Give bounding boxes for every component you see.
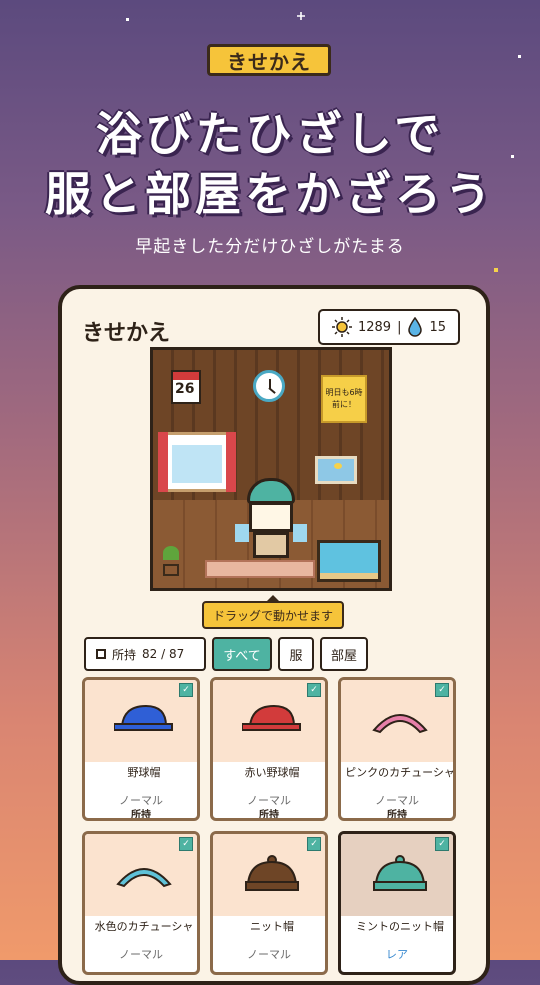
wall-picture-icon[interactable] [315,456,357,484]
character-wing-left [235,524,249,542]
item-name: ピンクのカチューシャ [345,766,455,779]
wall-clock-icon[interactable] [253,370,285,402]
dressup-card: きせかえ 1289 | 15 26 明日も6時前に！ ドラッグで動かせます 所持… [58,285,490,985]
item-status: 所持 [387,810,407,821]
subheadline: 早起きした分だけひざしがたまる [135,237,405,257]
item-card[interactable]: ✓ 赤い野球帽 ノーマル 所持 [210,677,328,821]
checkbox-icon [96,649,106,659]
knit-hat-icon [373,855,427,891]
filter-bar: 所持 82 / 87 すべて 服 部屋 [84,637,484,671]
filter-tab-all[interactable]: すべて [212,637,272,671]
window-pane [172,445,222,483]
sun-count: 1289 [357,319,392,335]
card-title: きせかえ [82,321,171,346]
owned-check-icon: ✓ [179,683,193,697]
wall-memo[interactable]: 明日も6時前に！ [321,375,367,423]
owned-check-icon: ✓ [307,683,321,697]
sun-icon [331,317,352,337]
item-name: ニット帽 [250,920,294,933]
aquarium-icon[interactable] [317,540,381,582]
drag-hint-tooltip: ドラッグで動かせます [202,595,344,629]
character-body [253,532,289,558]
item-card[interactable]: ✓ ピンクのカチューシャ ノーマル 所持 [338,677,456,821]
owned-check-icon: ✓ [435,683,449,697]
star-dot [126,18,129,21]
window-with-curtains[interactable] [158,432,236,492]
headline-line-2: 服と部屋をかざろう [45,167,495,221]
star-dot [518,55,521,58]
item-card-selected[interactable]: ✓ ミントのニット帽 レア [338,831,456,975]
plant-leaf [163,546,179,560]
item-status: 所持 [131,810,151,821]
character-hat [247,478,295,504]
owned-count: 82 / 87 [142,647,185,661]
headline-line-1: 浴びたひざしで [95,107,445,161]
owned-check-icon: ✓ [307,837,321,851]
item-card[interactable]: ✓ 野球帽 ノーマル 所持 [82,677,200,821]
potted-plant-icon[interactable] [159,546,183,578]
calendar-day: 26 [175,381,195,397]
curtain-right [226,432,236,492]
filter-tab-clothes[interactable]: 服 [278,637,314,671]
item-name: 赤い野球帽 [244,766,300,779]
item-name: 野球帽 [127,766,161,779]
item-status: 所持 [259,810,279,821]
room-preview[interactable]: 26 明日も6時前に！ [150,347,392,591]
owned-check-icon: ✓ [435,837,449,851]
cap-icon [114,704,173,731]
water-drop-icon [408,317,423,337]
item-name: ミントのニット帽 [356,920,444,933]
headband-icon [116,868,172,888]
calendar-icon[interactable]: 26 [171,370,201,404]
owned-check-icon: ✓ [179,837,193,851]
plant-pot [163,564,179,576]
sparkle-icon [297,12,305,20]
feature-tag: きせかえ [207,44,331,76]
player-character[interactable] [235,478,307,568]
knit-hat-icon [245,855,299,891]
star-dot [494,268,498,272]
owned-label: 所持 [112,647,137,662]
curtain-left [158,432,168,492]
item-card[interactable]: ✓ ニット帽 ノーマル [210,831,328,975]
currency-separator: | [397,319,402,335]
item-name: 水色のカチューシャ [94,920,194,933]
currency-display: 1289 | 15 [318,309,460,345]
headband-icon [372,714,428,734]
cap-icon [242,704,301,731]
character-face [249,502,293,532]
drop-count: 15 [429,319,447,335]
owned-filter-checkbox[interactable]: 所持 82 / 87 [84,637,206,671]
filter-tab-room[interactable]: 部屋 [320,637,368,671]
item-card[interactable]: ✓ 水色のカチューシャ ノーマル [82,831,200,975]
character-wing-right [293,524,307,542]
